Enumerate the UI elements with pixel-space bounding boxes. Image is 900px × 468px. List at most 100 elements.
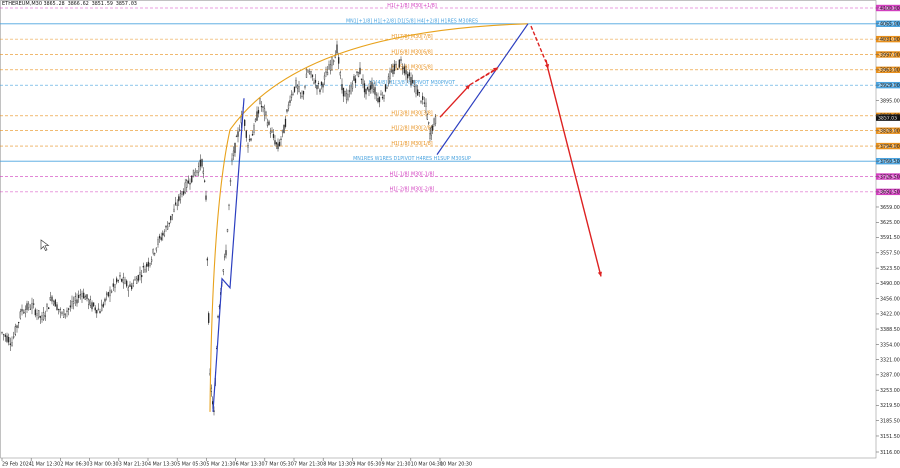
candle-body — [168, 222, 170, 225]
candle-body — [287, 104, 290, 109]
candle-body — [73, 301, 75, 304]
candle-body — [298, 86, 300, 92]
projection-arrow-down — [547, 68, 602, 277]
candle-body — [351, 83, 354, 89]
candle-body — [263, 108, 266, 116]
candle-body — [311, 74, 314, 78]
candle-body — [357, 72, 360, 78]
price-chart[interactable]: H1[+1/8] M30[+1/8] 4100.00 MN1[+1/8] H1[+2… — [0, 0, 900, 468]
candle-body — [179, 193, 182, 201]
candle-body — [224, 256, 226, 258]
ohlc-readout: 3865.28 3866.62 3851.59 3857.03 — [43, 1, 137, 7]
level-label: MN1[+1/8] H1[+2/8] D1[5/8] H4[+2/8] H1RE… — [346, 19, 478, 25]
candle-body — [189, 182, 191, 185]
candle-body — [54, 299, 56, 307]
candle-body — [97, 308, 100, 311]
x-tick-label: 3 Mar 00:30 — [90, 462, 119, 468]
candle-body — [271, 131, 273, 133]
candle-body — [387, 76, 390, 84]
candle-body — [94, 307, 96, 311]
candle-body — [286, 109, 288, 112]
candle-body — [71, 300, 73, 307]
candle-body — [244, 119, 246, 126]
y-tick-label: 3219.50 — [880, 403, 900, 409]
candle-body — [154, 253, 156, 255]
candle-body — [196, 170, 198, 174]
candle-body — [377, 98, 379, 103]
candle-body — [331, 57, 333, 66]
candle-body — [127, 287, 129, 291]
candle-body — [245, 130, 247, 138]
candle-body — [176, 204, 178, 206]
level-label: H1[6/8] M30[6/8] — [391, 49, 432, 55]
candle-body — [272, 134, 275, 138]
candle-body — [58, 308, 60, 310]
candle-body — [433, 118, 435, 126]
level-label: MN1RES W1RES D1PIVOT H4RES H1SUP M30SUP — [353, 156, 471, 162]
candle-body — [9, 343, 11, 346]
candle-body — [371, 82, 373, 89]
candle-body — [328, 64, 330, 70]
candle-body — [397, 68, 399, 70]
candle-body — [131, 285, 133, 290]
candle-body — [66, 310, 68, 312]
candle-body — [405, 70, 407, 75]
y-tick-label: 3794.00 — [880, 144, 900, 150]
candle-body — [333, 60, 335, 63]
y-tick-label: 3422.00 — [880, 312, 900, 318]
mouse-cursor — [40, 239, 50, 251]
candle-body — [46, 304, 48, 307]
candle-body — [336, 44, 338, 54]
candle-body — [74, 296, 76, 302]
candle-body — [191, 175, 193, 183]
x-tick-label: 9 Mar 05:30 — [352, 462, 381, 468]
candle-body — [101, 304, 103, 312]
candle-body — [250, 138, 252, 141]
candle-body — [390, 69, 393, 72]
candles-layer — [1, 40, 437, 416]
y-tick-label: 3490.00 — [880, 281, 900, 287]
candle-body — [122, 277, 124, 284]
candle-body — [310, 71, 312, 75]
candle-body — [184, 182, 186, 193]
candle-body — [229, 180, 232, 183]
candle-body — [165, 226, 167, 228]
candle-body — [232, 150, 235, 156]
candle-body — [237, 131, 239, 137]
candle-body — [415, 86, 417, 94]
x-tick-label: 10 Mar 20:30 — [440, 462, 472, 468]
candle-body — [202, 170, 204, 174]
level-label: H1[-1/8] M30[-1/8] — [390, 171, 435, 177]
candle-body — [384, 84, 387, 92]
candle-body — [253, 125, 255, 133]
candle-body — [102, 303, 104, 307]
x-tick-label: 4 Mar 13:30 — [148, 462, 177, 468]
candle-body — [88, 299, 90, 305]
candle-body — [201, 159, 203, 167]
chart-window[interactable]: H1[+1/8] M30[+1/8] 4100.00 MN1[+1/8] H1[+2… — [0, 0, 900, 468]
projection-arrow-up — [439, 84, 471, 118]
y-tick-label: 4065.00 — [880, 22, 900, 28]
y-tick-label: 3929.00 — [880, 83, 900, 89]
x-tick-label: 5 Mar 05:30 — [177, 462, 206, 468]
candle-body — [247, 145, 249, 148]
candle-body — [317, 83, 320, 85]
candle-body — [354, 78, 357, 83]
candle-body — [283, 124, 285, 134]
candle-body — [308, 71, 311, 74]
candle-body — [319, 89, 321, 93]
candle-body — [104, 298, 106, 302]
x-tick-label: 7 Mar 05:30 — [265, 462, 294, 468]
candle-body — [389, 71, 391, 79]
candle-body — [141, 275, 143, 278]
candle-body — [44, 315, 46, 317]
candle-body — [369, 85, 372, 90]
y-tick-label: 4100.00 — [880, 6, 900, 12]
level-label: H1[+1/8] M30[+1/8] — [387, 3, 437, 9]
y-tick-label: 3523.50 — [880, 266, 900, 272]
candle-body — [407, 74, 409, 79]
candle-body — [350, 86, 352, 94]
y-tick-label: 3895.00 — [880, 98, 900, 104]
candle-body — [362, 79, 364, 85]
candle-body — [305, 73, 308, 78]
